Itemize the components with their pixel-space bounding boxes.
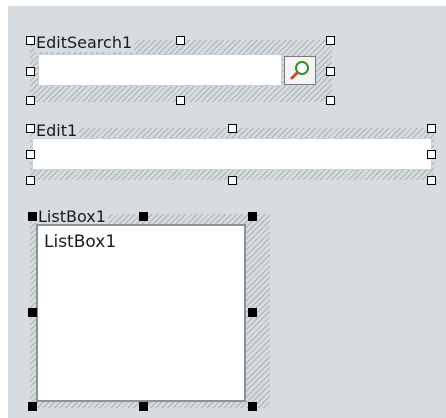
editsearch-handle-middle-left[interactable] — [26, 67, 35, 76]
listbox-handle-bottom-left[interactable] — [28, 402, 37, 411]
listbox-handle-top-right[interactable] — [248, 212, 257, 221]
editsearch-handle-top-right[interactable] — [326, 36, 335, 45]
edit-handle-bottom-left[interactable] — [26, 176, 35, 185]
listbox-handle-bottom-right[interactable] — [248, 402, 257, 411]
editsearch-handle-top-left[interactable] — [26, 36, 35, 45]
editsearch-frame[interactable]: EditSearch1 — [30, 34, 332, 102]
listbox-frame[interactable]: ListBox1 ListBox1 — [30, 208, 270, 408]
listbox-handle-bottom-center[interactable] — [139, 402, 148, 411]
edit-handle-top-left[interactable] — [26, 124, 35, 133]
editsearch-handle-bottom-center[interactable] — [176, 96, 185, 105]
edit-handle-bottom-center[interactable] — [228, 176, 237, 185]
magnifier-icon — [290, 61, 309, 80]
form-design-surface[interactable]: EditSearch1 Edit1 ListBox1 ListBox1 — [8, 6, 446, 418]
edit-handle-top-right[interactable] — [427, 124, 436, 133]
edit-handle-middle-right[interactable] — [427, 150, 436, 159]
edit-input[interactable] — [32, 138, 432, 170]
listbox-handle-top-center[interactable] — [139, 212, 148, 221]
listbox-handle-top-left[interactable] — [28, 212, 37, 221]
editsearch-handle-middle-right[interactable] — [326, 67, 335, 76]
listbox-handle-middle-left[interactable] — [28, 308, 37, 317]
edit-handle-top-center[interactable] — [228, 124, 237, 133]
list-item[interactable]: ListBox1 — [44, 232, 116, 252]
editsearch-input[interactable] — [38, 54, 282, 86]
listbox-handle-middle-right[interactable] — [248, 308, 257, 317]
edit-handle-middle-left[interactable] — [26, 150, 35, 159]
editsearch-handle-bottom-right[interactable] — [326, 96, 335, 105]
editsearch-handle-bottom-left[interactable] — [26, 96, 35, 105]
edit-handle-bottom-right[interactable] — [427, 176, 436, 185]
edit-frame[interactable]: Edit1 — [30, 122, 434, 180]
search-button[interactable] — [284, 56, 316, 85]
listbox[interactable]: ListBox1 — [36, 224, 246, 402]
editsearch-handle-top-center[interactable] — [176, 36, 185, 45]
editsearch-caption: EditSearch1 — [34, 33, 135, 52]
